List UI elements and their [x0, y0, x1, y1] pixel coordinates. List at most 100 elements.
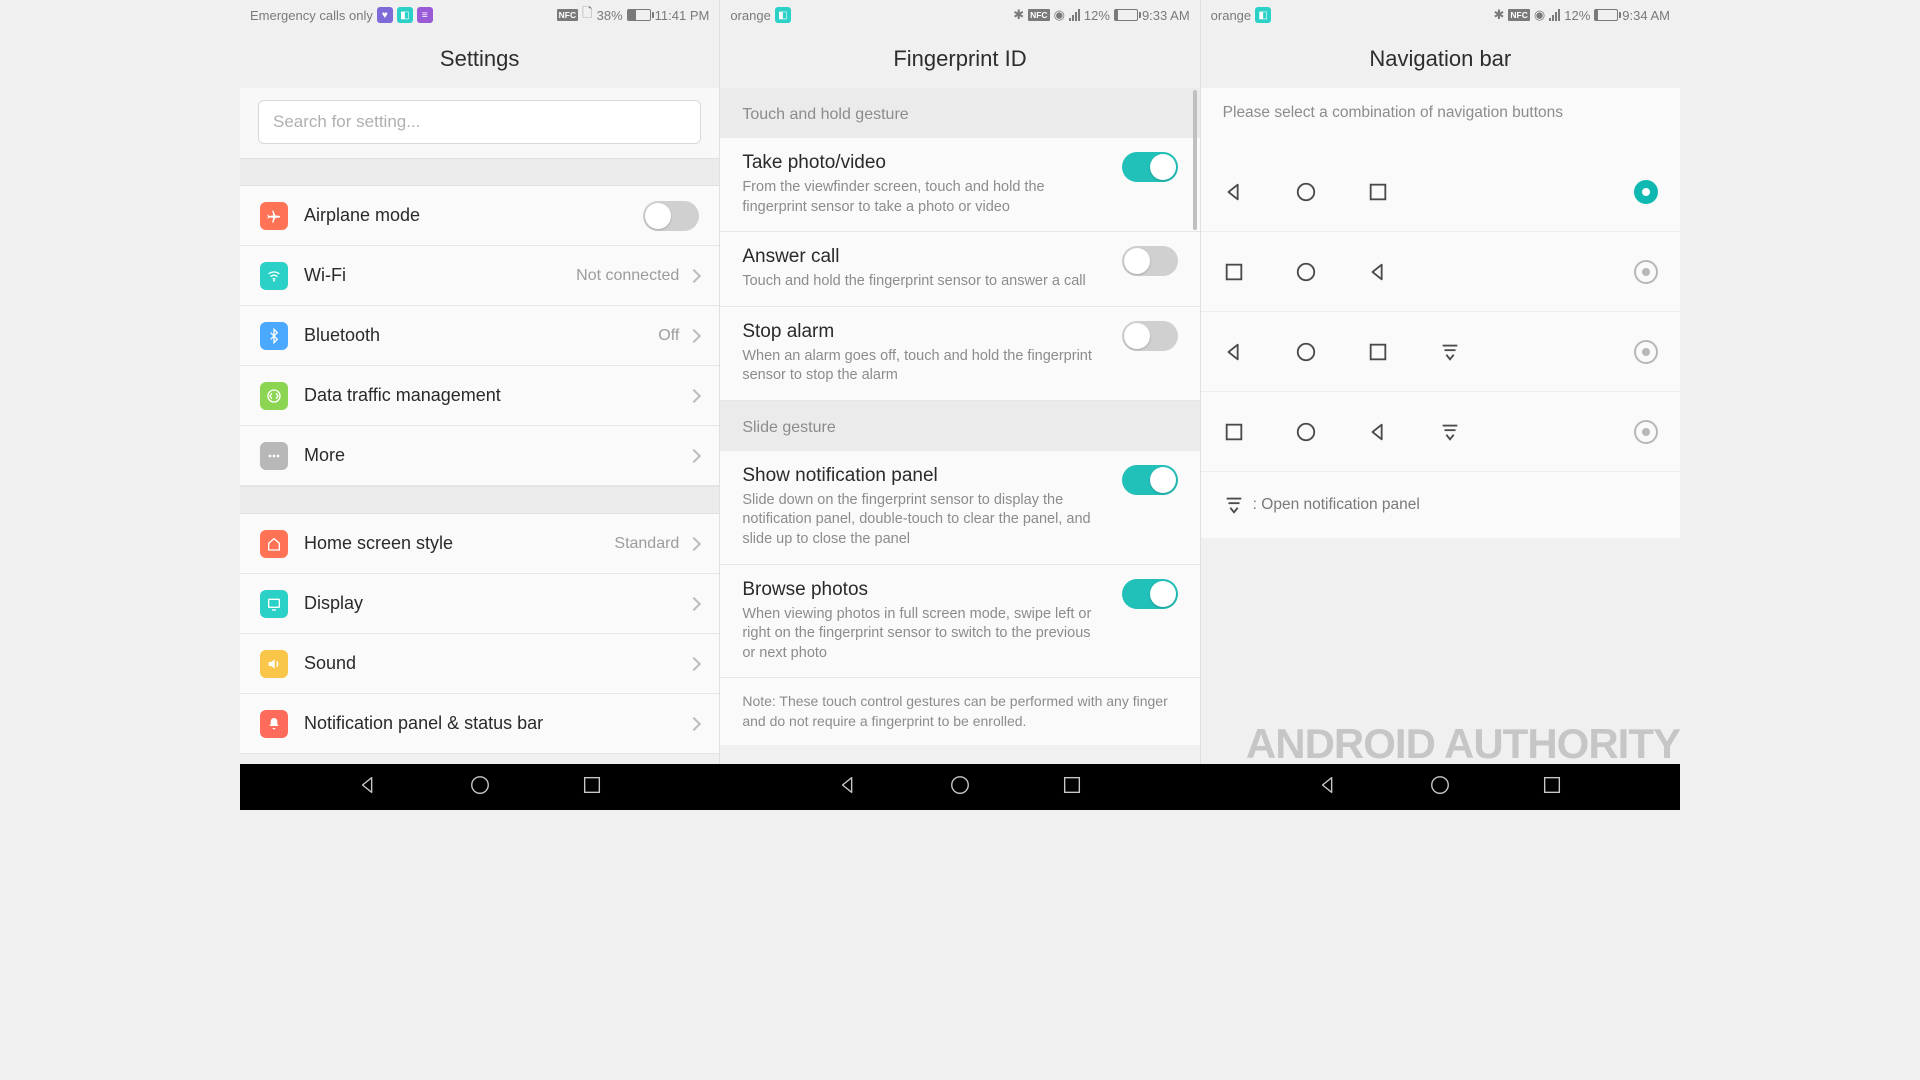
app-icon: ◧ — [1255, 7, 1271, 23]
sys-home-button[interactable] — [1429, 774, 1451, 801]
carrier-text: Emergency calls only — [250, 8, 373, 23]
item-desc: From the viewfinder screen, touch and ho… — [742, 178, 1105, 217]
settings-panel: Emergency calls only ♥ ◧ ≡ NFC 🗋 38% 11:… — [240, 0, 720, 764]
chevron-right-icon — [687, 388, 701, 402]
recent-icon — [1223, 421, 1245, 443]
more-item[interactable]: More — [240, 426, 719, 486]
notification-panel-item[interactable]: Notification panel & status bar — [240, 694, 719, 754]
answer-call-item[interactable]: Answer call Touch and hold the fingerpri… — [720, 232, 1199, 307]
home-screen-item[interactable]: Home screen style Standard — [240, 514, 719, 574]
nav-option-radio[interactable] — [1634, 340, 1658, 364]
search-input[interactable] — [258, 100, 701, 144]
home-icon — [1295, 181, 1317, 203]
item-title: Take photo/video — [742, 152, 1105, 174]
nav-option-2[interactable] — [1201, 232, 1680, 312]
recent-icon — [1223, 261, 1245, 283]
scrollbar[interactable] — [1193, 90, 1197, 230]
bell-icon — [260, 710, 288, 738]
item-label: Home screen style — [304, 533, 614, 554]
item-label: Notification panel & status bar — [304, 713, 689, 734]
recent-icon — [1367, 181, 1389, 203]
item-label: Display — [304, 593, 689, 614]
item-label: Data traffic management — [304, 385, 689, 406]
item-desc: Slide down on the fingerprint sensor to … — [742, 491, 1105, 550]
nfc-icon: NFC — [1508, 9, 1529, 21]
item-desc: When an alarm goes off, touch and hold t… — [742, 347, 1105, 386]
nav-option-1[interactable] — [1201, 152, 1680, 232]
system-nav-bar — [240, 764, 1680, 810]
chevron-right-icon — [687, 268, 701, 282]
stop-alarm-toggle[interactable] — [1122, 321, 1178, 351]
section-gap — [240, 158, 719, 186]
item-desc: Touch and hold the fingerprint sensor to… — [742, 272, 1105, 292]
take-photo-item[interactable]: Take photo/video From the viewfinder scr… — [720, 138, 1199, 232]
take-photo-toggle[interactable] — [1122, 152, 1178, 182]
sound-icon — [260, 650, 288, 678]
answer-call-toggle[interactable] — [1122, 246, 1178, 276]
stop-alarm-item[interactable]: Stop alarm When an alarm goes off, touch… — [720, 307, 1199, 401]
sys-recent-button[interactable] — [581, 774, 603, 801]
sys-home-button[interactable] — [949, 774, 971, 801]
airplane-toggle[interactable] — [643, 201, 699, 231]
bluetooth-item[interactable]: Bluetooth Off — [240, 306, 719, 366]
nav-legend: : Open notification panel — [1201, 472, 1680, 538]
app-icon: ≡ — [417, 7, 433, 23]
sys-back-button[interactable] — [1317, 774, 1339, 801]
sys-recent-button[interactable] — [1061, 774, 1083, 801]
notif-icon — [1439, 421, 1461, 443]
chevron-right-icon — [687, 328, 701, 342]
item-title: Browse photos — [742, 579, 1105, 601]
sys-back-button[interactable] — [357, 774, 379, 801]
section-header: Slide gesture — [720, 401, 1199, 451]
item-label: More — [304, 445, 689, 466]
nav-option-radio[interactable] — [1634, 180, 1658, 204]
browse-photos-toggle[interactable] — [1122, 579, 1178, 609]
clock: 11:41 PM — [655, 8, 710, 23]
nfc-icon: NFC — [1028, 9, 1049, 21]
more-icon — [260, 442, 288, 470]
sys-back-button[interactable] — [837, 774, 859, 801]
fingerprint-panel: orange ◧ ✱ NFC ◉ 12% 9:33 AM Fingerprint… — [720, 0, 1200, 764]
browse-photos-item[interactable]: Browse photos When viewing photos in ful… — [720, 565, 1199, 679]
sys-recent-button[interactable] — [1541, 774, 1563, 801]
signal-icon — [1069, 9, 1080, 21]
app-icon: ◧ — [775, 7, 791, 23]
sys-home-button[interactable] — [469, 774, 491, 801]
nav-option-3[interactable] — [1201, 312, 1680, 392]
item-title: Stop alarm — [742, 321, 1105, 343]
chevron-right-icon — [687, 596, 701, 610]
section-header: Touch and hold gesture — [720, 88, 1199, 138]
wifi-icon — [260, 262, 288, 290]
nav-option-radio[interactable] — [1634, 420, 1658, 444]
clock: 9:34 AM — [1622, 8, 1670, 23]
airplane-mode-item[interactable]: Airplane mode — [240, 186, 719, 246]
item-value: Not connected — [576, 267, 679, 285]
nav-option-4[interactable] — [1201, 392, 1680, 472]
chevron-right-icon — [687, 536, 701, 550]
sound-item[interactable]: Sound — [240, 634, 719, 694]
back-icon — [1223, 341, 1245, 363]
bluetooth-icon — [260, 322, 288, 350]
section-gap — [240, 486, 719, 514]
show-notification-item[interactable]: Show notification panel Slide down on th… — [720, 451, 1199, 565]
page-title: Fingerprint ID — [720, 30, 1199, 88]
display-icon — [260, 590, 288, 618]
home-icon — [260, 530, 288, 558]
chevron-right-icon — [687, 448, 701, 462]
show-notification-toggle[interactable] — [1122, 465, 1178, 495]
carrier-text: orange — [1211, 8, 1251, 23]
item-title: Show notification panel — [742, 465, 1105, 487]
data-traffic-item[interactable]: Data traffic management — [240, 366, 719, 426]
wifi-item[interactable]: Wi-Fi Not connected — [240, 246, 719, 306]
battery-icon — [627, 9, 651, 21]
home-icon — [1295, 421, 1317, 443]
nav-option-radio[interactable] — [1634, 260, 1658, 284]
nav-prompt: Please select a combination of navigatio… — [1201, 88, 1680, 152]
battery-icon — [1594, 9, 1618, 21]
home-icon — [1295, 261, 1317, 283]
battery-percent: 38% — [597, 8, 623, 23]
footer-note: Note: These touch control gestures can b… — [720, 678, 1199, 745]
status-bar: orange ◧ ✱ NFC ◉ 12% 9:34 AM — [1201, 0, 1680, 30]
display-item[interactable]: Display — [240, 574, 719, 634]
bluetooth-icon: ✱ — [1013, 7, 1024, 23]
